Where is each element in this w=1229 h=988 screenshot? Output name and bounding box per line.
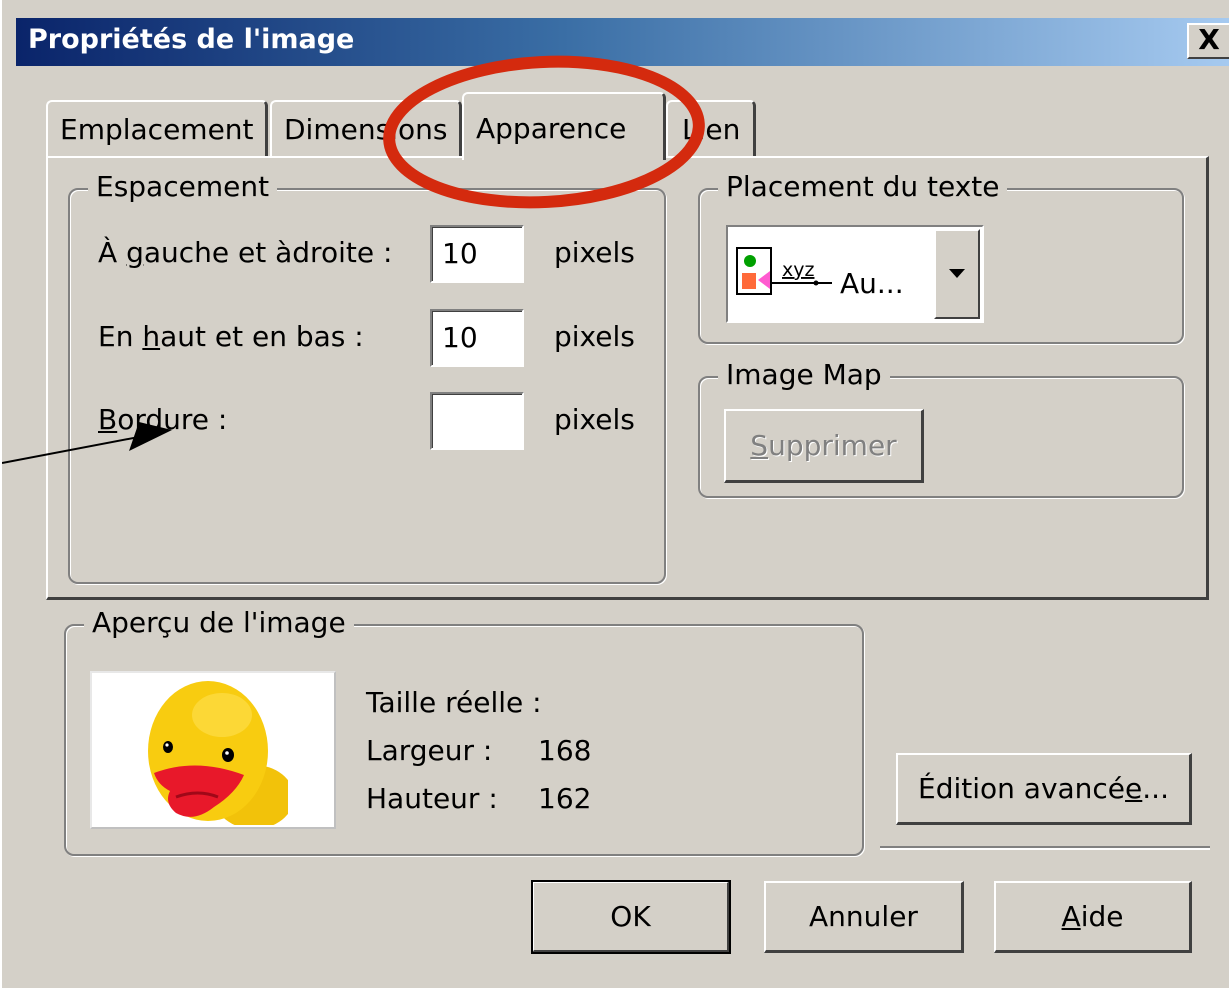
- button-label: upprimer: [768, 429, 897, 462]
- duck-image: [136, 675, 288, 825]
- access-key: g: [126, 236, 144, 269]
- tab-label: Emplacement: [60, 113, 254, 146]
- cancel-button[interactable]: Annuler: [764, 881, 964, 953]
- text-placement-select[interactable]: xyz Au...: [726, 225, 984, 323]
- top-bottom-unit: pixels: [554, 320, 635, 353]
- tab-label: Apparence: [476, 112, 627, 145]
- advanced-edit-button[interactable]: Édition avancée...: [896, 753, 1192, 825]
- tab-apparence[interactable]: Apparence: [462, 92, 666, 160]
- height-value: 162: [538, 782, 592, 815]
- actual-size-label: Taille réelle :: [366, 686, 542, 719]
- text-placement-value: Au...: [840, 267, 904, 300]
- tab-dimensions[interactable]: Dimensions: [270, 100, 462, 158]
- label-part: À: [98, 236, 127, 269]
- access-key: A: [1061, 900, 1081, 933]
- label-part: ordure :: [117, 403, 228, 436]
- access-key: e: [1125, 772, 1143, 805]
- image-properties-dialog: Propriétés de l'image X Emplacement Dime…: [0, 0, 1229, 988]
- tab-label: Dimensions: [284, 113, 448, 146]
- top-bottom-spacing-input[interactable]: 10: [430, 309, 524, 367]
- width-value: 168: [538, 734, 592, 767]
- title-bar[interactable]: Propriétés de l'image X: [16, 18, 1229, 66]
- delete-image-map-button[interactable]: Supprimer: [724, 409, 924, 483]
- access-key: B: [98, 403, 118, 436]
- preview-legend: Aperçu de l'image: [84, 606, 354, 640]
- ok-button[interactable]: OK: [531, 880, 731, 954]
- tab-emplacement[interactable]: Emplacement: [46, 100, 268, 158]
- top-bottom-label: En haut et en bas :: [98, 320, 364, 353]
- left-right-spacing-input[interactable]: 10: [430, 225, 524, 283]
- text-placement-legend: Placement du texte: [718, 170, 1008, 204]
- tab-lien[interactable]: Lien: [666, 100, 756, 158]
- dialog-title: Propriétés de l'image: [28, 24, 355, 55]
- label-part: auche et àdroite :: [143, 236, 393, 269]
- border-width-input[interactable]: [430, 392, 524, 450]
- close-icon: X: [1198, 23, 1220, 56]
- access-key: h: [142, 320, 161, 353]
- separator: [880, 846, 1210, 850]
- access-key: S: [750, 429, 769, 462]
- button-label: ide: [1080, 900, 1124, 933]
- icon-text: xyz: [782, 259, 814, 281]
- image-preview-frame: [90, 671, 336, 829]
- close-button[interactable]: X: [1187, 23, 1229, 59]
- width-label: Largeur :: [366, 734, 493, 767]
- left-right-unit: pixels: [554, 236, 635, 269]
- chevron-down-icon[interactable]: [934, 229, 980, 319]
- label-part: En: [98, 320, 143, 353]
- spacing-legend: Espacement: [88, 170, 278, 204]
- left-right-label: À gauche et àdroite :: [98, 236, 392, 269]
- border-unit: pixels: [554, 403, 635, 436]
- tab-label: Lien: [682, 113, 741, 146]
- button-label: ...: [1142, 772, 1169, 805]
- help-button[interactable]: Aide: [994, 881, 1192, 953]
- border-label: Bordure :: [98, 403, 227, 436]
- label-part: aut et en bas :: [160, 320, 364, 353]
- text-wrap-icon: xyz: [736, 247, 832, 295]
- button-label: Édition avancé: [918, 772, 1126, 805]
- image-map-legend: Image Map: [718, 358, 890, 392]
- height-label: Hauteur :: [366, 782, 498, 815]
